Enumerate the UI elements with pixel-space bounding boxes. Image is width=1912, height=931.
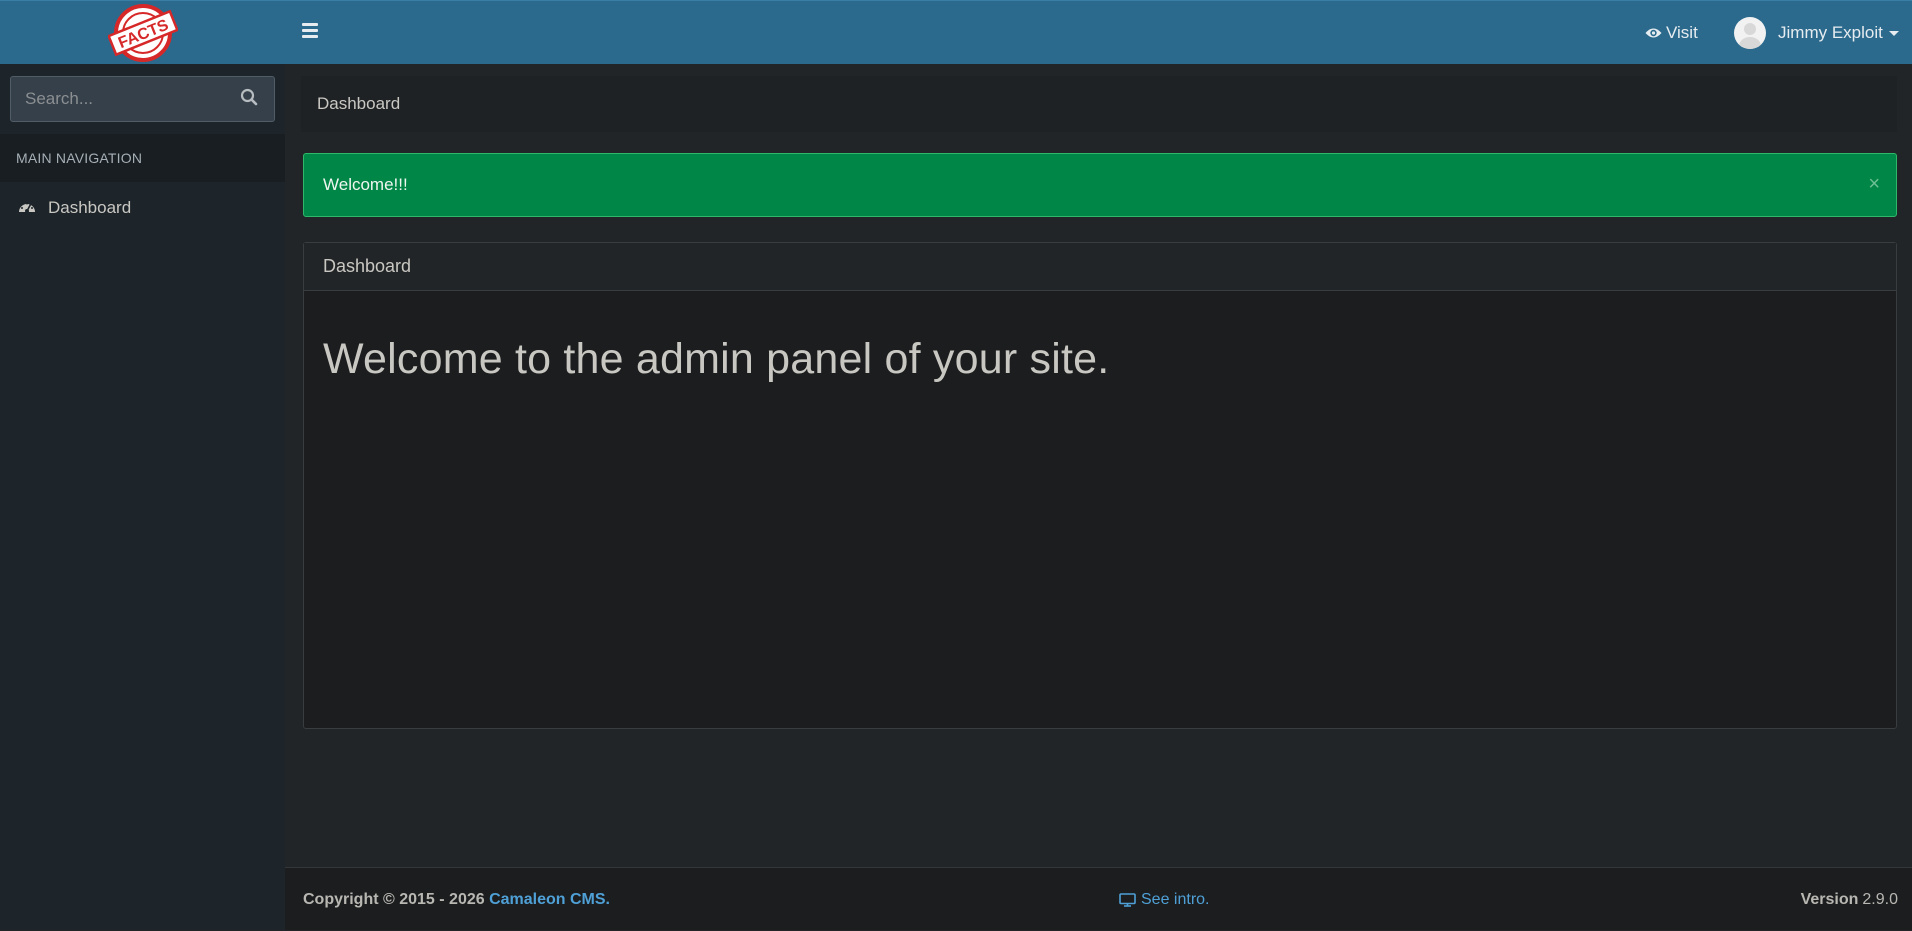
- dashboard-panel: Dashboard Welcome to the admin panel of …: [303, 242, 1897, 729]
- facts-logo[interactable]: FACTS: [107, 2, 178, 64]
- user-menu[interactable]: Jimmy Exploit: [1734, 1, 1899, 65]
- welcome-heading: Welcome to the admin panel of your site.: [323, 335, 1110, 383]
- sidebar-search: [0, 64, 285, 134]
- menu-toggle-icon[interactable]: [302, 23, 318, 39]
- user-name: Jimmy Exploit: [1778, 23, 1883, 42]
- main-content: Dashboard Welcome!!! × Dashboard Welcome…: [285, 64, 1912, 867]
- panel-title: Dashboard: [304, 243, 1896, 291]
- logo-bar: FACTS: [0, 0, 285, 64]
- nav-header: MAIN NAVIGATION: [0, 134, 285, 182]
- breadcrumb: Dashboard: [301, 76, 1897, 132]
- copyright: Copyright © 2015 - 2026 Camaleon CMS.: [303, 868, 610, 931]
- monitor-icon: [1119, 892, 1136, 907]
- search-box: [10, 76, 275, 122]
- breadcrumb-item[interactable]: Dashboard: [317, 94, 400, 114]
- version-info: Version 2.9.0: [1801, 868, 1898, 931]
- see-intro-link[interactable]: See intro.: [1119, 868, 1209, 931]
- eye-icon: [1645, 27, 1662, 39]
- panel-body: Welcome to the admin panel of your site.: [304, 291, 1896, 384]
- alert-message: Welcome!!!: [323, 175, 408, 194]
- visit-link[interactable]: Visit: [1645, 1, 1698, 65]
- avatar: [1734, 17, 1766, 49]
- search-input[interactable]: [11, 77, 231, 121]
- version-label: Version: [1800, 890, 1859, 908]
- close-icon[interactable]: ×: [1868, 174, 1880, 194]
- visit-label: Visit: [1666, 23, 1698, 42]
- dashboard-icon: [18, 199, 38, 217]
- sidebar: FACTS MAIN NAVIGATION: [0, 0, 285, 930]
- camaleon-link[interactable]: Camaleon CMS.: [489, 891, 610, 909]
- sidebar-item-dashboard[interactable]: Dashboard: [0, 182, 285, 234]
- search-icon[interactable]: [240, 88, 262, 110]
- version-number: 2.9.0: [1862, 890, 1898, 908]
- copyright-text: Copyright © 2015 - 2026: [303, 890, 490, 908]
- footer: Copyright © 2015 - 2026 Camaleon CMS. Se…: [285, 867, 1912, 930]
- welcome-alert: Welcome!!! ×: [303, 153, 1897, 217]
- sidebar-item-label: Dashboard: [48, 198, 132, 217]
- top-bar: Visit Jimmy Exploit: [285, 0, 1912, 64]
- chevron-down-icon: [1888, 30, 1899, 36]
- see-intro-label: See intro.: [1141, 890, 1210, 908]
